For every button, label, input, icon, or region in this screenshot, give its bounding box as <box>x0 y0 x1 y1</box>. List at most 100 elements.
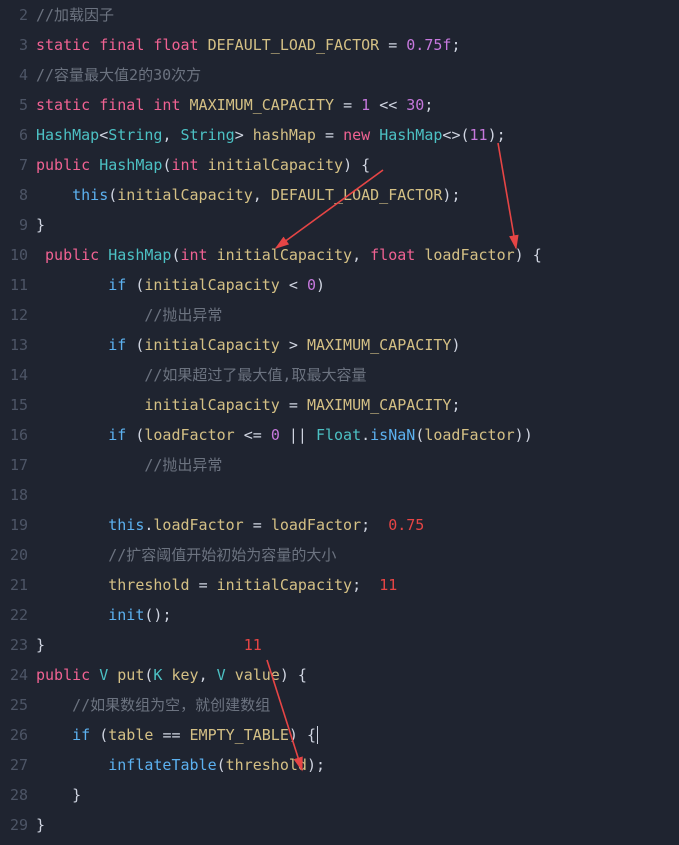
line-number: 15 <box>0 390 36 420</box>
code-line: 2 //加载因子 <box>0 0 679 30</box>
code-line: 25 //如果数组为空，就创建数组 <box>0 690 679 720</box>
operator-equals: = <box>388 30 397 60</box>
param: initialCapacity <box>208 150 343 180</box>
code-block: 2 //加载因子 3 static final float DEFAULT_LO… <box>0 0 679 840</box>
code-line: 9 } <box>0 210 679 240</box>
comment: //加载因子 <box>36 0 114 30</box>
code-line: 15 initialCapacity = MAXIMUM_CAPACITY; <box>0 390 679 420</box>
semicolon: ; <box>451 30 460 60</box>
identifier: DEFAULT_LOAD_FACTOR <box>208 30 380 60</box>
code-line: 11 if (initialCapacity < 0) <box>0 270 679 300</box>
type-v: V <box>99 660 108 690</box>
comment: //容量最大值2的30次方 <box>36 60 201 90</box>
operator-shl: << <box>379 90 397 120</box>
identifier: MAXIMUM_CAPACITY <box>190 90 335 120</box>
line-number: 13 <box>0 330 36 360</box>
type-k: K <box>153 660 162 690</box>
line-number: 22 <box>0 600 36 630</box>
number-literal: 0.75f <box>406 30 451 60</box>
line-number: 12 <box>0 300 36 330</box>
code-line: 22 init(); <box>0 600 679 630</box>
line-number: 26 <box>0 720 36 750</box>
comment: //如果数组为空，就创建数组 <box>72 690 270 720</box>
number-literal: 1 <box>361 90 370 120</box>
line-number: 16 <box>0 420 36 450</box>
code-line: 14 //如果超过了最大值,取最大容量 <box>0 360 679 390</box>
keyword-if: if <box>108 270 126 300</box>
line-number: 6 <box>0 120 36 150</box>
keyword-int: int <box>153 90 180 120</box>
line-number: 19 <box>0 510 36 540</box>
keyword-public: public <box>36 150 90 180</box>
code-line: 23 } 11 <box>0 630 679 660</box>
type-string: String <box>181 120 235 150</box>
line-number: 20 <box>0 540 36 570</box>
line-number: 10 <box>0 240 36 270</box>
keyword-new: new <box>343 120 370 150</box>
constructor-name: HashMap <box>99 150 162 180</box>
line-number: 5 <box>0 90 36 120</box>
line-number: 17 <box>0 450 36 480</box>
keyword-float: float <box>153 30 198 60</box>
type-float: Float <box>316 420 361 450</box>
annotation-11: 11 <box>379 570 397 600</box>
code-line: 8 this(initialCapacity, DEFAULT_LOAD_FAC… <box>0 180 679 210</box>
comment: //扩容阈值开始初始为容量的大小 <box>108 540 336 570</box>
code-line: 19 this.loadFactor = loadFactor; 0.75 <box>0 510 679 540</box>
code-line: 5 static final int MAXIMUM_CAPACITY = 1 … <box>0 90 679 120</box>
comment: //如果超过了最大值,取最大容量 <box>144 360 366 390</box>
number-literal: 11 <box>470 120 488 150</box>
code-line: 6 HashMap<String, String> hashMap = new … <box>0 120 679 150</box>
line-number: 7 <box>0 150 36 180</box>
line-number: 9 <box>0 210 36 240</box>
type-string: String <box>108 120 162 150</box>
keyword-static: static <box>36 90 90 120</box>
code-line: 21 threshold = initialCapacity; 11 <box>0 570 679 600</box>
line-number: 14 <box>0 360 36 390</box>
code-line: 26 if (table == EMPTY_TABLE) { <box>0 720 679 750</box>
semicolon: ; <box>424 90 433 120</box>
annotation-11: 11 <box>244 630 262 660</box>
line-number: 27 <box>0 750 36 780</box>
keyword-this: this <box>72 180 108 210</box>
method-put: put <box>117 660 144 690</box>
text-cursor <box>317 726 318 744</box>
code-line: 4 //容量最大值2的30次方 <box>0 60 679 90</box>
method-isnan: isNaN <box>370 420 415 450</box>
code-line: 29 } <box>0 810 679 840</box>
line-number: 2 <box>0 0 36 30</box>
comment: //抛出异常 <box>144 300 222 330</box>
line-number: 18 <box>0 480 36 510</box>
code-line: 7 public HashMap(int initialCapacity) { <box>0 150 679 180</box>
method-init: init <box>108 600 144 630</box>
line-number: 4 <box>0 60 36 90</box>
method-inflatetable: inflateTable <box>108 750 216 780</box>
line-number: 11 <box>0 270 36 300</box>
code-line: 16 if (loadFactor <= 0 || Float.isNaN(lo… <box>0 420 679 450</box>
keyword-static: static <box>36 30 90 60</box>
comment: //抛出异常 <box>144 450 222 480</box>
code-line: 24 public V put(K key, V value) { <box>0 660 679 690</box>
code-line: 18 <box>0 480 679 510</box>
code-line: 20 //扩容阈值开始初始为容量的大小 <box>0 540 679 570</box>
code-line: 28 } <box>0 780 679 810</box>
line-number: 28 <box>0 780 36 810</box>
code-line: 17 //抛出异常 <box>0 450 679 480</box>
code-line: 12 //抛出异常 <box>0 300 679 330</box>
identifier: hashMap <box>253 120 316 150</box>
line-number: 29 <box>0 810 36 840</box>
line-number: 8 <box>0 180 36 210</box>
type-hashmap: HashMap <box>36 120 99 150</box>
keyword-final: final <box>99 90 144 120</box>
line-number: 24 <box>0 660 36 690</box>
keyword-final: final <box>99 30 144 60</box>
line-number: 3 <box>0 30 36 60</box>
annotation-075: 0.75 <box>388 510 424 540</box>
code-line: 10 public HashMap(int initialCapacity, f… <box>0 240 679 270</box>
code-line: 3 static final float DEFAULT_LOAD_FACTOR… <box>0 30 679 60</box>
operator-equals: = <box>343 90 352 120</box>
code-line: 27 inflateTable(threshold); <box>0 750 679 780</box>
line-number: 21 <box>0 570 36 600</box>
code-line: 13 if (initialCapacity > MAXIMUM_CAPACIT… <box>0 330 679 360</box>
line-number: 25 <box>0 690 36 720</box>
